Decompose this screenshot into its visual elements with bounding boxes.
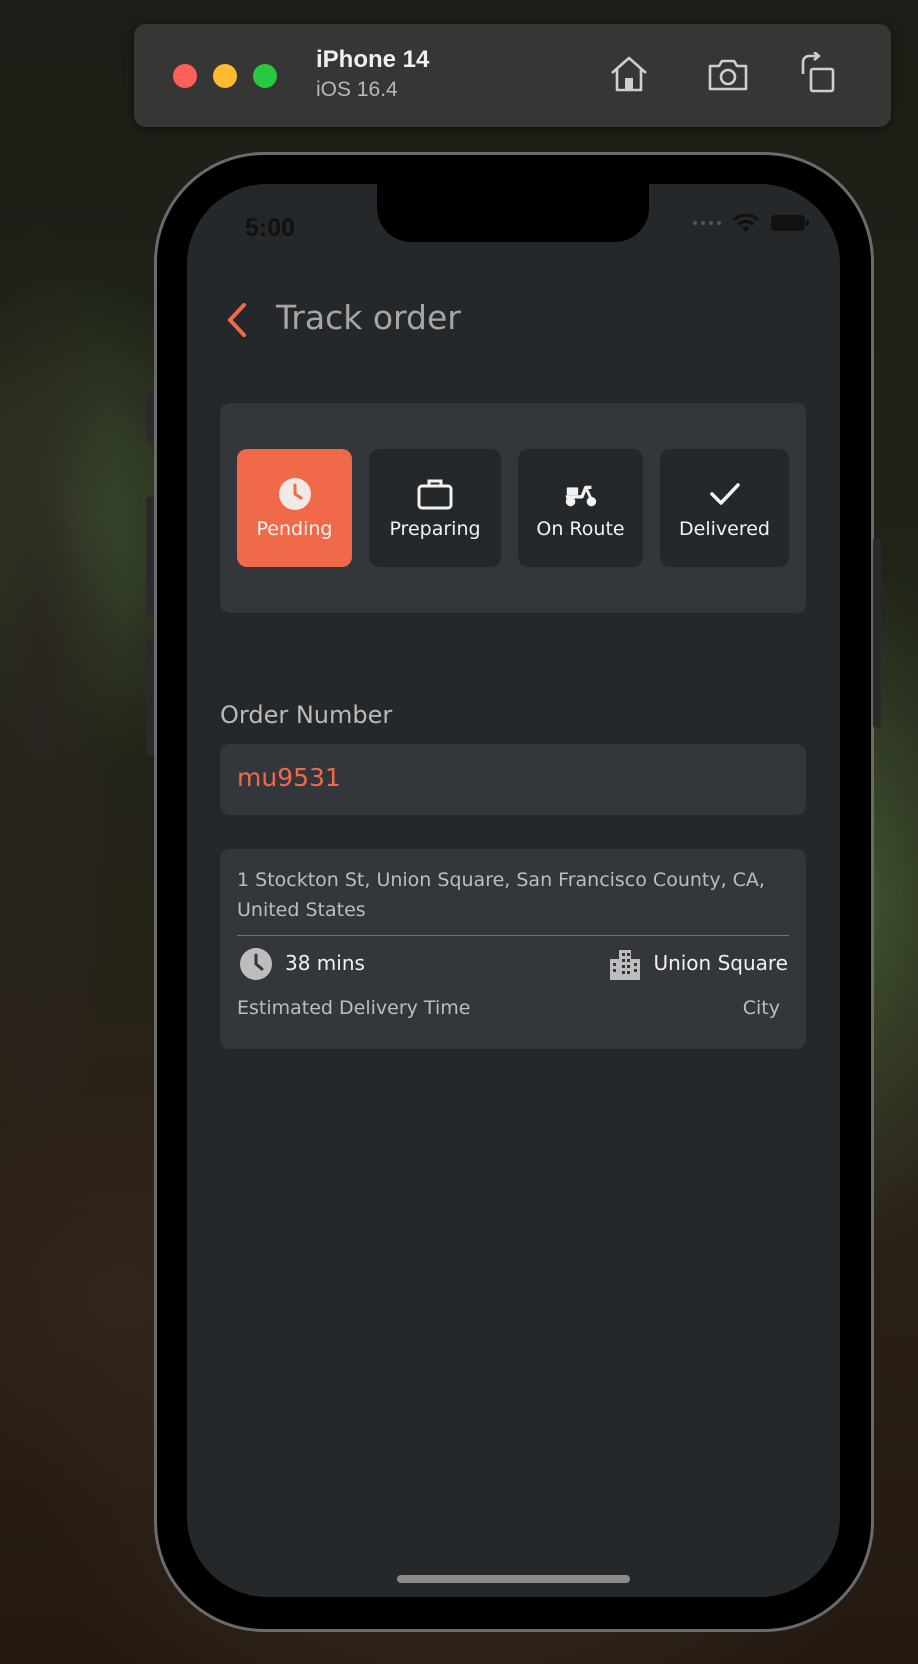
step-label: On Route <box>536 518 625 540</box>
volume-up-button <box>146 497 154 615</box>
order-number-value: mu9531 <box>237 763 341 792</box>
delivery-area-value: Union Square <box>653 951 788 975</box>
status-indicators <box>692 212 810 234</box>
step-delivered[interactable]: Delivered <box>660 449 789 567</box>
delivery-info-card: 1 Stockton St, Union Square, San Francis… <box>220 849 806 1049</box>
step-pending[interactable]: Pending <box>237 449 352 567</box>
screenshot-icon[interactable] <box>706 52 750 96</box>
delivery-area-label: City <box>742 997 780 1019</box>
simulator-toolbar <box>134 24 891 127</box>
delivery-time-value: 38 mins <box>285 951 365 975</box>
home-icon[interactable] <box>607 52 651 96</box>
order-number-label: Order Number <box>220 701 393 729</box>
delivery-address: 1 Stockton St, Union Square, San Francis… <box>237 869 765 921</box>
signal-icon <box>693 221 721 225</box>
close-window-button[interactable] <box>173 64 197 88</box>
zoom-window-button[interactable] <box>253 64 277 88</box>
battery-icon <box>771 215 809 231</box>
step-label: Preparing <box>389 518 481 540</box>
clock-icon <box>277 476 313 512</box>
order-status-card: Pending Preparing On Route Delivered <box>220 403 806 613</box>
scooter-icon <box>563 476 599 512</box>
rotate-icon[interactable] <box>797 50 841 96</box>
order-number-field[interactable]: mu9531 <box>220 744 806 815</box>
volume-down-button <box>146 638 154 756</box>
minimize-window-button[interactable] <box>213 64 237 88</box>
step-label: Pending <box>256 518 333 540</box>
divider <box>237 935 789 936</box>
check-icon <box>707 476 743 512</box>
wifi-icon <box>732 213 760 232</box>
back-button[interactable] <box>220 300 256 340</box>
power-button <box>873 538 881 728</box>
clock-icon <box>239 947 273 981</box>
step-preparing[interactable]: Preparing <box>369 449 501 567</box>
device-name: iPhone 14 <box>316 46 430 73</box>
device-screen: 5:00 Track order Pending Preparing On Ro… <box>187 184 840 1597</box>
city-buildings-icon <box>608 947 642 981</box>
home-indicator[interactable] <box>397 1575 630 1583</box>
delivery-time-label: Estimated Delivery Time <box>237 997 471 1019</box>
step-on-route[interactable]: On Route <box>518 449 643 567</box>
chevron-left-icon <box>228 303 246 337</box>
step-label: Delivered <box>679 518 770 540</box>
briefcase-icon <box>417 476 453 512</box>
page-title: Track order <box>276 298 461 337</box>
notch <box>377 184 649 242</box>
status-time: 5:00 <box>245 214 296 242</box>
os-version: iOS 16.4 <box>316 78 398 101</box>
silent-switch <box>146 392 154 442</box>
